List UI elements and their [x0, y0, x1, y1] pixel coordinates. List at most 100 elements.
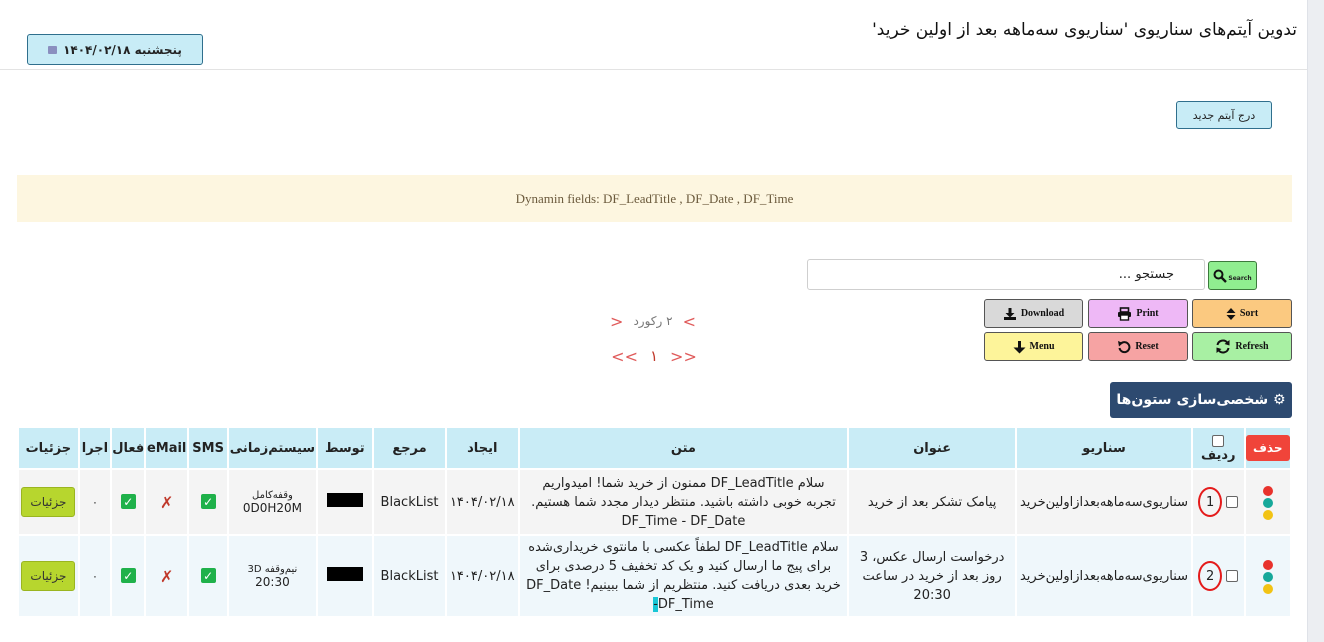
table-row[interactable]: 1 سناریوی‌سه‌ماهه‌بعدازاولین‌خرید پیامک … [19, 470, 1290, 534]
run-cell: ۰ [79, 536, 111, 616]
undo-icon [1118, 340, 1131, 353]
created-cell: ۱۴۰۴/۰۲/۱۸ [446, 470, 518, 534]
schedule-type: وقفه‌کامل [252, 489, 293, 501]
reference-cell: BlackList [374, 536, 445, 616]
arrow-down-icon [1013, 340, 1025, 353]
by-cell [317, 470, 373, 534]
text-main: سلام DF_LeadTitle ممنون از خرید شما! امی… [531, 475, 836, 529]
row-number-cell: 1 [1192, 470, 1244, 534]
status-red-dot [1262, 559, 1273, 570]
date-label: پنجشنبه ۱۴۰۴/۰۲/۱۸ [63, 42, 182, 57]
page: تدوین آیتم‌های سناریوی 'سناریوی سه‌ماهه … [0, 0, 1324, 642]
status-lights-icon [1262, 485, 1273, 520]
page-scrollbar[interactable] [1307, 0, 1324, 642]
menu-button[interactable]: Menu [984, 332, 1083, 361]
col-active[interactable]: فعال [112, 428, 145, 468]
sms-cell: ✓ [188, 470, 228, 534]
col-reference[interactable]: مرجع [374, 428, 445, 468]
col-schedule[interactable]: سیستم‌زمانی [229, 428, 316, 468]
dynamic-fields-note: Dynamin fields: DF_LeadTitle , DF_Date ,… [17, 175, 1292, 222]
status-teal-dot [1262, 497, 1273, 508]
details-button[interactable]: جزئیات [21, 561, 76, 591]
check-icon[interactable]: ✓ [120, 494, 136, 510]
items-table: حذف ردیف سناریو عنوان متن ایجاد مرجع توس… [17, 426, 1292, 618]
print-label: Print [1136, 308, 1159, 319]
details-cell: جزئیات [19, 536, 78, 616]
schedule-value: 20:30 [255, 574, 290, 589]
search-input[interactable] [808, 260, 1204, 289]
delete-button[interactable]: حذف [1245, 435, 1290, 461]
details-cell: جزئیات [19, 470, 78, 534]
sort-button[interactable]: Sort [1192, 299, 1292, 328]
col-sms[interactable]: SMS [188, 428, 228, 468]
search-icon [1213, 269, 1228, 283]
refresh-label: Refresh [1235, 341, 1269, 352]
table-header-row: حذف ردیف سناریو عنوان متن ایجاد مرجع توس… [19, 428, 1290, 468]
col-by[interactable]: توسط [317, 428, 373, 468]
col-created[interactable]: ایجاد [446, 428, 518, 468]
download-button[interactable]: Download [984, 299, 1083, 328]
col-delete: حذف [1245, 428, 1290, 468]
status-yellow-dot [1262, 509, 1273, 520]
pager-pages: << ۱ >> [611, 346, 697, 366]
text-tail: DF_Time [657, 597, 714, 612]
pager-records: > ۲ رکورد < [607, 312, 699, 331]
schedule-value: 0D0H20M [242, 500, 302, 515]
row-checkbox[interactable] [1226, 570, 1239, 582]
search-box[interactable] [807, 259, 1205, 290]
active-cell: ✓ [112, 536, 145, 616]
page-title: تدوین آیتم‌های سناریوی 'سناریوی سه‌ماهه … [872, 20, 1297, 40]
page-number-link[interactable]: ۱ [650, 347, 658, 365]
col-title[interactable]: عنوان [849, 428, 1016, 468]
status-cell [1245, 470, 1290, 534]
schedule-cell: وقفه‌کامل 0D0H20M [229, 470, 316, 534]
customize-columns-button[interactable]: ⚙ شخصی‌سازی ستون‌ها [1110, 382, 1292, 418]
new-item-button[interactable]: درج آیتم جدید [1176, 101, 1272, 129]
search-button[interactable]: Search [1208, 261, 1257, 290]
title-cell: درخواست ارسال عکس، 3 روز بعد از خرید در … [849, 536, 1016, 616]
last-page-link[interactable]: >> [670, 347, 697, 366]
by-cell [317, 536, 373, 616]
scenario-cell: سناریوی‌سه‌ماهه‌بعدازاولین‌خرید [1017, 470, 1191, 534]
menu-label: Menu [1029, 341, 1055, 352]
download-label: Download [1020, 308, 1065, 319]
status-yellow-dot [1262, 583, 1273, 594]
redacted-user [326, 567, 363, 581]
status-lights-icon [1262, 559, 1273, 594]
next-page-arrow[interactable]: < [610, 312, 623, 331]
header-bar: تدوین آیتم‌های سناریوی 'سناریوی سه‌ماهه … [0, 0, 1307, 70]
col-scenario[interactable]: سناریو [1017, 428, 1191, 468]
cross-icon[interactable]: ✗ [160, 493, 173, 512]
refresh-button[interactable]: Refresh [1192, 332, 1292, 361]
row-checkbox[interactable] [1226, 496, 1239, 508]
check-icon[interactable]: ✓ [120, 568, 136, 584]
select-all-checkbox[interactable] [1212, 434, 1225, 447]
prev-page-arrow[interactable]: > [683, 312, 696, 331]
redacted-user [326, 493, 363, 507]
record-count: ۲ رکورد [633, 314, 673, 328]
details-button[interactable]: جزئیات [21, 487, 76, 517]
email-cell: ✗ [146, 536, 187, 616]
reset-label: Reset [1135, 341, 1159, 352]
calendar-icon [48, 45, 58, 54]
col-row-label: ردیف [1200, 448, 1236, 463]
text-main: سلام DF_LeadTitle لطفاً عکسی با مانتوی خ… [526, 540, 841, 593]
text-cell: سلام DF_LeadTitle لطفاً عکسی با مانتوی خ… [519, 536, 848, 616]
col-text[interactable]: متن [519, 428, 848, 468]
col-details[interactable]: جزئیات [19, 428, 78, 468]
col-run[interactable]: اجرا [79, 428, 111, 468]
col-email[interactable]: eMail [146, 428, 187, 468]
first-page-link[interactable]: << [611, 347, 638, 366]
status-cell [1245, 536, 1290, 616]
date-button[interactable]: پنجشنبه ۱۴۰۴/۰۲/۱۸ [27, 34, 203, 65]
row-number: 2 [1198, 561, 1223, 591]
sort-icon [1226, 307, 1236, 320]
check-icon[interactable]: ✓ [200, 494, 216, 510]
active-cell: ✓ [112, 470, 145, 534]
table-row[interactable]: 2 سناریوی‌سه‌ماهه‌بعدازاولین‌خرید درخواس… [19, 536, 1290, 616]
sort-label: Sort [1239, 308, 1259, 319]
reset-button[interactable]: Reset [1088, 332, 1188, 361]
print-button[interactable]: Print [1088, 299, 1188, 328]
check-icon[interactable]: ✓ [200, 568, 216, 584]
cross-icon[interactable]: ✗ [160, 567, 173, 586]
